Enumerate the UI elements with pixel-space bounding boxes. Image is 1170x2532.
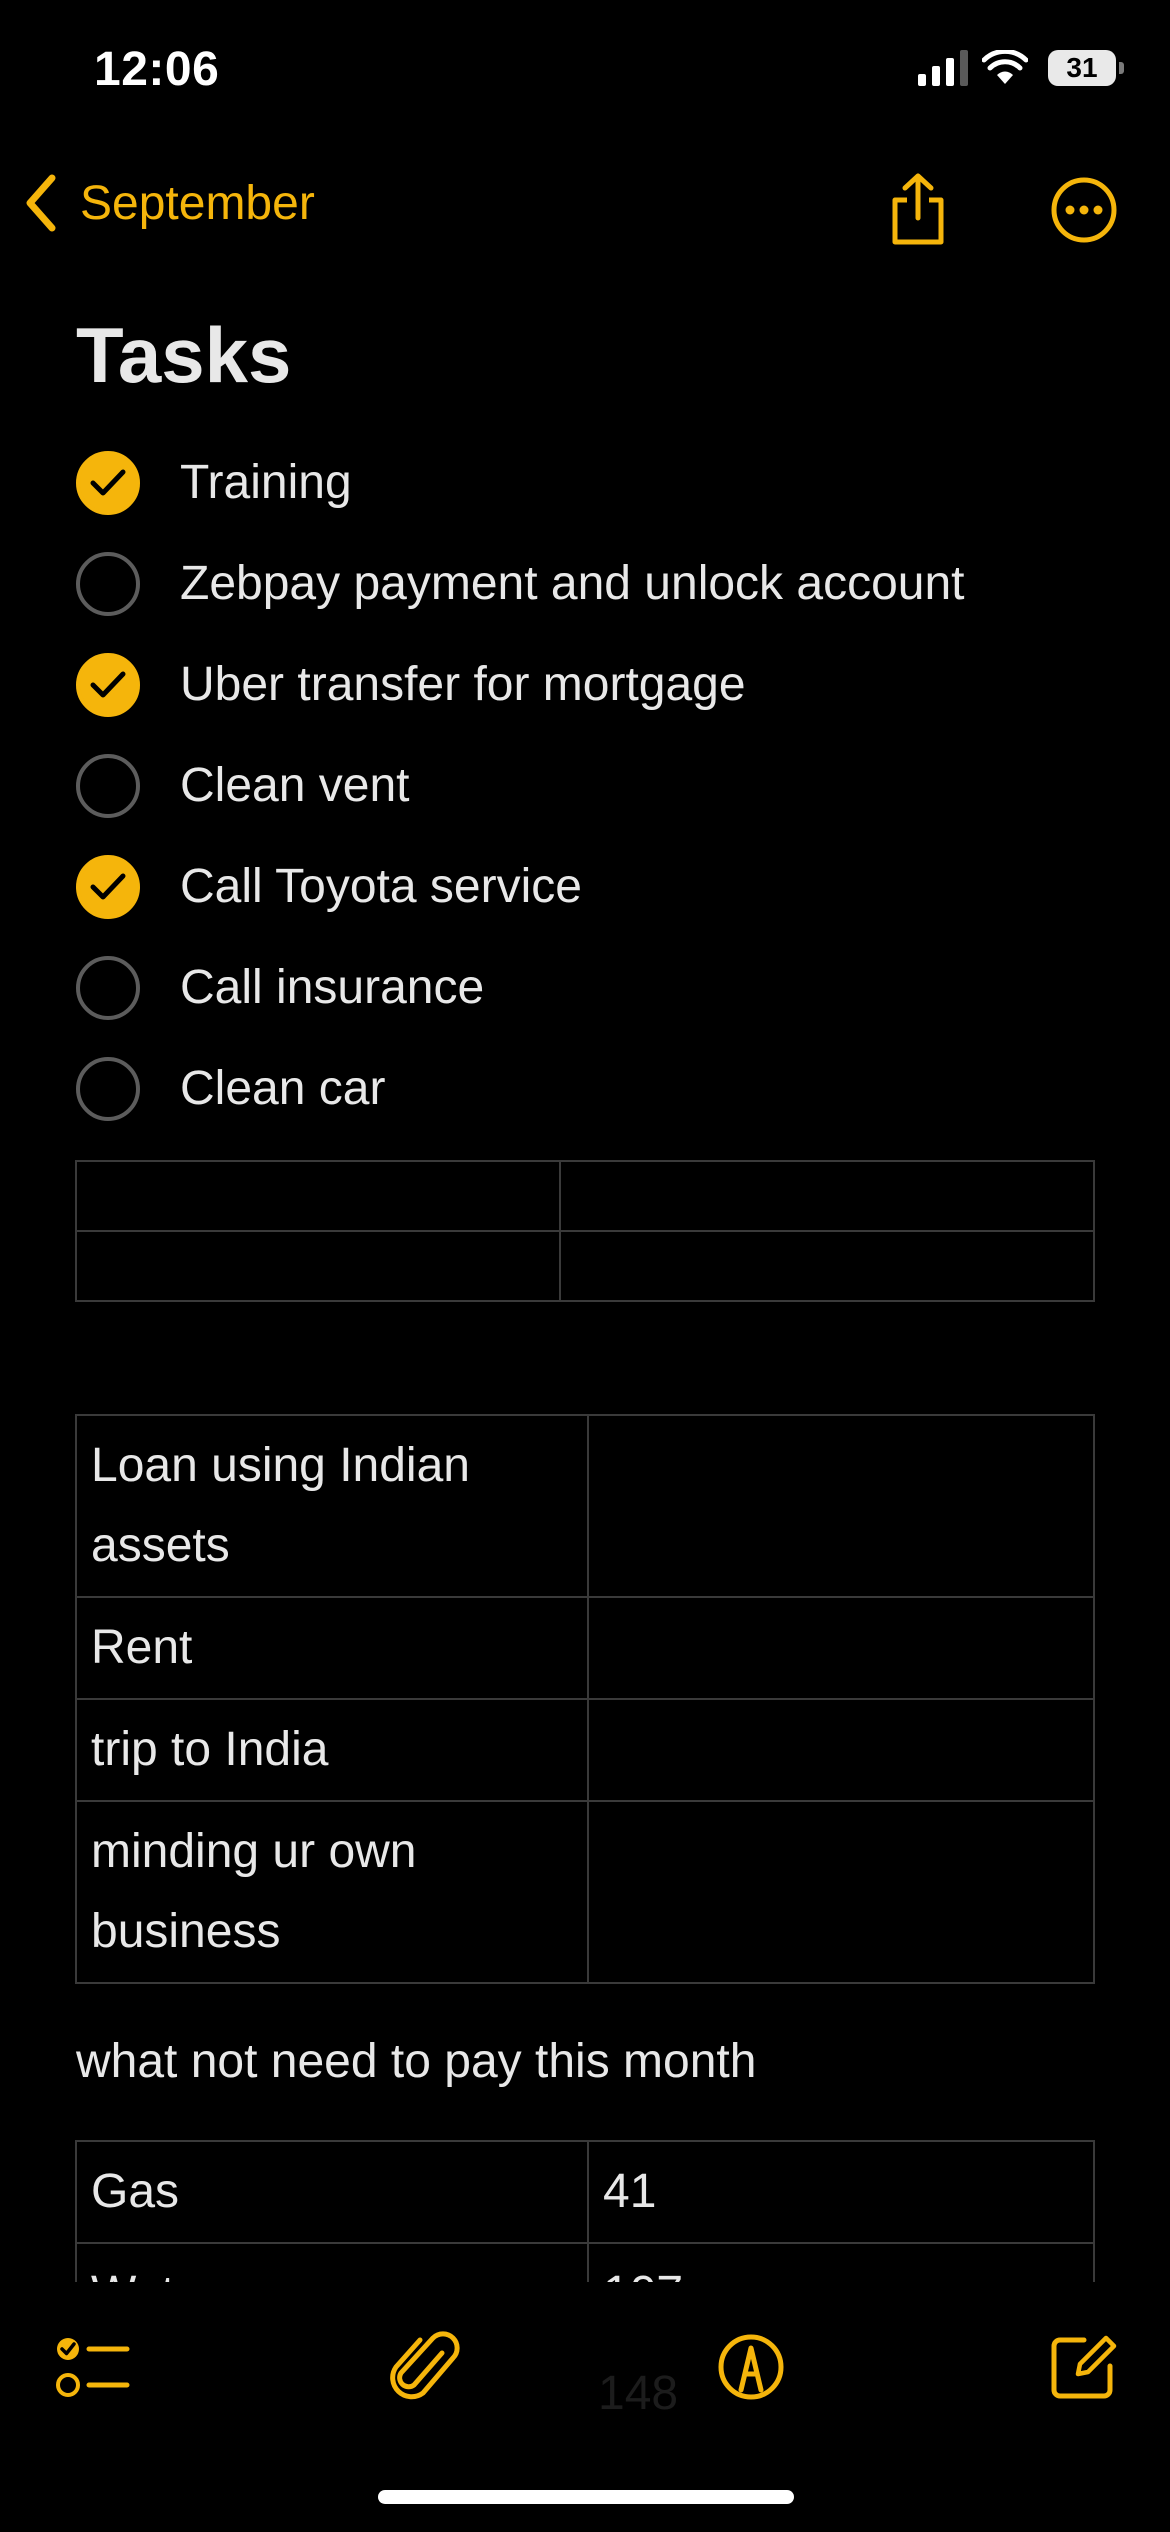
markup-button[interactable]: [706, 2322, 796, 2412]
empty-table[interactable]: [75, 1160, 1095, 1302]
home-indicator[interactable]: [378, 2490, 794, 2504]
table-cell[interactable]: [587, 1800, 1095, 1984]
table-cell[interactable]: [559, 1230, 1095, 1302]
table-cell[interactable]: Rent: [75, 1596, 589, 1700]
checklist-item-label[interactable]: Clean vent: [180, 758, 409, 813]
attachment-button[interactable]: [380, 2322, 470, 2412]
table-cell[interactable]: [75, 1160, 561, 1232]
compose-button[interactable]: [1038, 2322, 1128, 2412]
checklist-item-label[interactable]: Call insurance: [180, 960, 484, 1015]
wifi-icon: [982, 50, 1028, 84]
note-title[interactable]: Tasks: [76, 310, 291, 401]
checkmark-icon: [90, 873, 126, 899]
checkmark-icon: [90, 469, 126, 495]
table-cell[interactable]: [587, 1596, 1095, 1700]
table-cell[interactable]: trip to India: [75, 1698, 589, 1802]
checklist-item-label[interactable]: Training: [180, 455, 352, 510]
table-cell[interactable]: minding ur own business: [75, 1800, 589, 1984]
checkbox-checked[interactable]: [76, 652, 140, 717]
table-row: [75, 1230, 1095, 1302]
markup-icon: [718, 2334, 784, 2400]
checklist-icon: [56, 2338, 130, 2397]
share-icon: [892, 173, 944, 245]
checkbox-checked[interactable]: [76, 854, 140, 919]
checklist-item-label[interactable]: Clean car: [180, 1061, 385, 1116]
status-time: 12:06: [94, 43, 220, 96]
share-button[interactable]: [878, 170, 958, 250]
more-button[interactable]: [1044, 170, 1124, 250]
table-row: Loan using Indian assets: [75, 1414, 1095, 1598]
more-icon: [1051, 177, 1117, 243]
checkbox-unchecked[interactable]: [76, 1056, 140, 1121]
table-cell[interactable]: [587, 1698, 1095, 1802]
checkmark-icon: [90, 671, 126, 697]
battery-level: 31: [1066, 52, 1098, 83]
table-row: trip to India: [75, 1698, 1095, 1802]
table-cell[interactable]: Gas: [75, 2140, 589, 2244]
expenses-table[interactable]: Loan using Indian assets Rent trip to In…: [75, 1414, 1095, 1984]
checklist: Training Zebpay payment and unlock accoun…: [76, 432, 965, 1139]
partially-hidden-value: 148: [598, 2367, 679, 2420]
checklist-item-label[interactable]: Zebpay payment and unlock account: [180, 556, 965, 611]
checklist-item-label[interactable]: Call Toyota service: [180, 859, 582, 914]
checklist-item-label[interactable]: Uber transfer for mortgage: [180, 657, 746, 712]
checklist-item: Call insurance: [76, 937, 965, 1038]
compose-icon: [1051, 2335, 1117, 2399]
checklist-item: Clean car: [76, 1038, 965, 1139]
checkbox-unchecked[interactable]: [76, 551, 140, 616]
status-icons: 31: [918, 50, 1124, 86]
signal-icon: [918, 50, 968, 86]
checklist-item: Call Toyota service: [76, 836, 965, 937]
checkbox-unchecked[interactable]: [76, 955, 140, 1020]
table-cell[interactable]: [559, 1160, 1095, 1232]
note-text-line[interactable]: what not need to pay this month: [76, 2034, 756, 2089]
table-row: minding ur own business: [75, 1800, 1095, 1984]
checklist-item: Uber transfer for mortgage: [76, 634, 965, 735]
table-cell[interactable]: [587, 1414, 1095, 1598]
chevron-left-icon: [26, 174, 56, 232]
attachment-icon: [390, 2331, 460, 2400]
checkbox-unchecked[interactable]: [76, 753, 140, 818]
checklist-item: Clean vent: [76, 735, 965, 836]
table-row: Rent: [75, 1596, 1095, 1700]
battery-icon: 31: [1048, 50, 1124, 86]
table-cell[interactable]: Loan using Indian assets: [75, 1414, 589, 1598]
back-label: September: [80, 176, 315, 230]
checklist-item: Zebpay payment and unlock account: [76, 533, 965, 634]
nav-bar: September: [0, 150, 1170, 270]
table-cell[interactable]: 41: [587, 2140, 1095, 2244]
status-bar: 12:06 31: [0, 0, 1170, 150]
checklist-item: Training: [76, 432, 965, 533]
back-button[interactable]: September: [24, 174, 315, 232]
table-row: Gas 41: [75, 2140, 1095, 2244]
checklist-button[interactable]: [48, 2322, 138, 2412]
table-cell[interactable]: [75, 1230, 561, 1302]
checkbox-checked[interactable]: [76, 450, 140, 515]
table-row: [75, 1160, 1095, 1232]
